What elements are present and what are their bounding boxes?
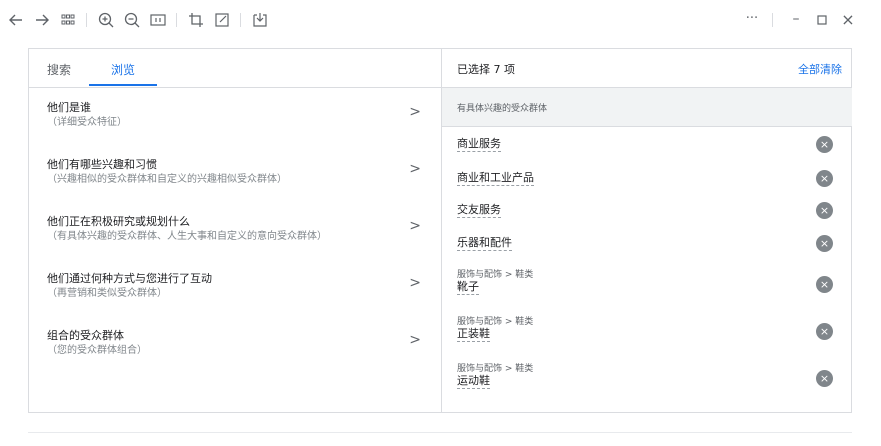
- selected-item-name: 运动鞋: [457, 374, 490, 389]
- close-icon[interactable]: ×: [838, 10, 858, 30]
- selected-group-header: 有具体兴趣的受众群体: [442, 88, 852, 127]
- category-subtitle: （再营销和类似受众群体）: [47, 288, 167, 299]
- selected-group-label: 有具体兴趣的受众群体: [457, 104, 548, 114]
- active-tab-indicator: [89, 84, 157, 86]
- selected-item-path: 服饰与配饰 > 鞋类: [457, 364, 534, 374]
- selected-count: 已选择 7 项: [457, 63, 515, 76]
- more-icon[interactable]: ···: [740, 10, 764, 30]
- selected-item-name: 乐器和配件: [457, 236, 512, 251]
- remove-icon[interactable]: ×: [816, 202, 833, 219]
- viewer-toolbar: ··· – ×: [0, 0, 881, 40]
- tab-browse[interactable]: 浏览: [111, 61, 135, 78]
- selected-item-name: 正装鞋: [457, 327, 490, 342]
- selected-item-name: 交友服务: [457, 203, 501, 218]
- tab-bar: 搜索 浏览: [29, 49, 441, 88]
- category-row[interactable]: 组合的受众群体 （您的受众群体组合） >: [29, 323, 441, 367]
- remove-icon[interactable]: ×: [816, 276, 833, 293]
- clear-all-link[interactable]: 全部清除: [798, 61, 842, 77]
- maximize-icon[interactable]: [812, 10, 832, 30]
- remove-icon[interactable]: ×: [816, 370, 833, 387]
- audience-selector-panel: 搜索 浏览 他们是谁 （详细受众特征） > 他们有哪些兴趣和习惯 （兴趣相似的受…: [28, 48, 852, 413]
- chevron-right-icon: >: [409, 218, 421, 234]
- selected-item-name: 商业服务: [457, 137, 501, 152]
- selected-item-path: 服饰与配饰 > 鞋类: [457, 270, 534, 280]
- selected-item-path: 服饰与配饰 > 鞋类: [457, 317, 534, 327]
- arrow-left-icon[interactable]: [6, 10, 26, 30]
- edit-icon[interactable]: [212, 10, 232, 30]
- selected-item-name: 商业和工业产品: [457, 171, 534, 186]
- toolbar-divider: [240, 13, 241, 27]
- chevron-right-icon: >: [409, 332, 421, 348]
- fit-page-icon[interactable]: [148, 10, 168, 30]
- remove-icon[interactable]: ×: [816, 136, 833, 153]
- selected-item: 服饰与配饰 > 鞋类 正装鞋 ×: [442, 314, 852, 348]
- selected-item: 服饰与配饰 > 鞋类 运动鞋 ×: [442, 361, 852, 395]
- selected-item-name: 靴子: [457, 280, 479, 295]
- zoom-in-icon[interactable]: [96, 10, 116, 30]
- category-row[interactable]: 他们通过何种方式与您进行了互动 （再营销和类似受众群体） >: [29, 266, 441, 310]
- remove-icon[interactable]: ×: [816, 170, 833, 187]
- chevron-right-icon: >: [409, 161, 421, 177]
- toolbar-divider: [86, 13, 87, 27]
- browse-pane: 搜索 浏览 他们是谁 （详细受众特征） > 他们有哪些兴趣和习惯 （兴趣相似的受…: [29, 49, 441, 412]
- selected-item: 商业服务 ×: [442, 133, 852, 161]
- toolbar-divider: [176, 13, 177, 27]
- remove-icon[interactable]: ×: [816, 323, 833, 340]
- tab-search[interactable]: 搜索: [47, 61, 71, 78]
- category-subtitle: （详细受众特征）: [47, 117, 127, 128]
- selected-item: 服饰与配饰 > 鞋类 靴子 ×: [442, 267, 852, 301]
- crop-icon[interactable]: [186, 10, 206, 30]
- selected-header: 已选择 7 项 全部清除: [442, 49, 852, 88]
- chevron-right-icon: >: [409, 275, 421, 291]
- selected-item: 乐器和配件 ×: [442, 232, 852, 260]
- selected-pane: 已选择 7 项 全部清除 有具体兴趣的受众群体 商业服务 × 商业和工业产品 ×…: [441, 49, 852, 412]
- remove-icon[interactable]: ×: [816, 235, 833, 252]
- toolbar-divider: [772, 13, 773, 27]
- category-subtitle: （您的受众群体组合）: [47, 345, 147, 356]
- category-row[interactable]: 他们有哪些兴趣和习惯 （兴趣相似的受众群体和自定义的兴趣相似受众群体） >: [29, 152, 441, 196]
- selected-item: 交友服务 ×: [442, 199, 852, 227]
- category-subtitle: （兴趣相似的受众群体和自定义的兴趣相似受众群体）: [47, 174, 287, 185]
- category-row[interactable]: 他们正在积极研究或规划什么 （有具体兴趣的受众群体、人生大事和自定义的意向受众群…: [29, 209, 441, 253]
- zoom-out-icon[interactable]: [122, 10, 142, 30]
- chevron-right-icon: >: [409, 104, 421, 120]
- selected-item: 商业和工业产品 ×: [442, 167, 852, 195]
- minimize-icon[interactable]: –: [786, 10, 806, 30]
- divider: [28, 432, 852, 433]
- arrow-right-icon[interactable]: [32, 10, 52, 30]
- save-icon[interactable]: [250, 10, 270, 30]
- category-row[interactable]: 他们是谁 （详细受众特征） >: [29, 95, 441, 139]
- category-subtitle: （有具体兴趣的受众群体、人生大事和自定义的意向受众群体）: [47, 231, 327, 242]
- grid-icon[interactable]: [58, 10, 78, 30]
